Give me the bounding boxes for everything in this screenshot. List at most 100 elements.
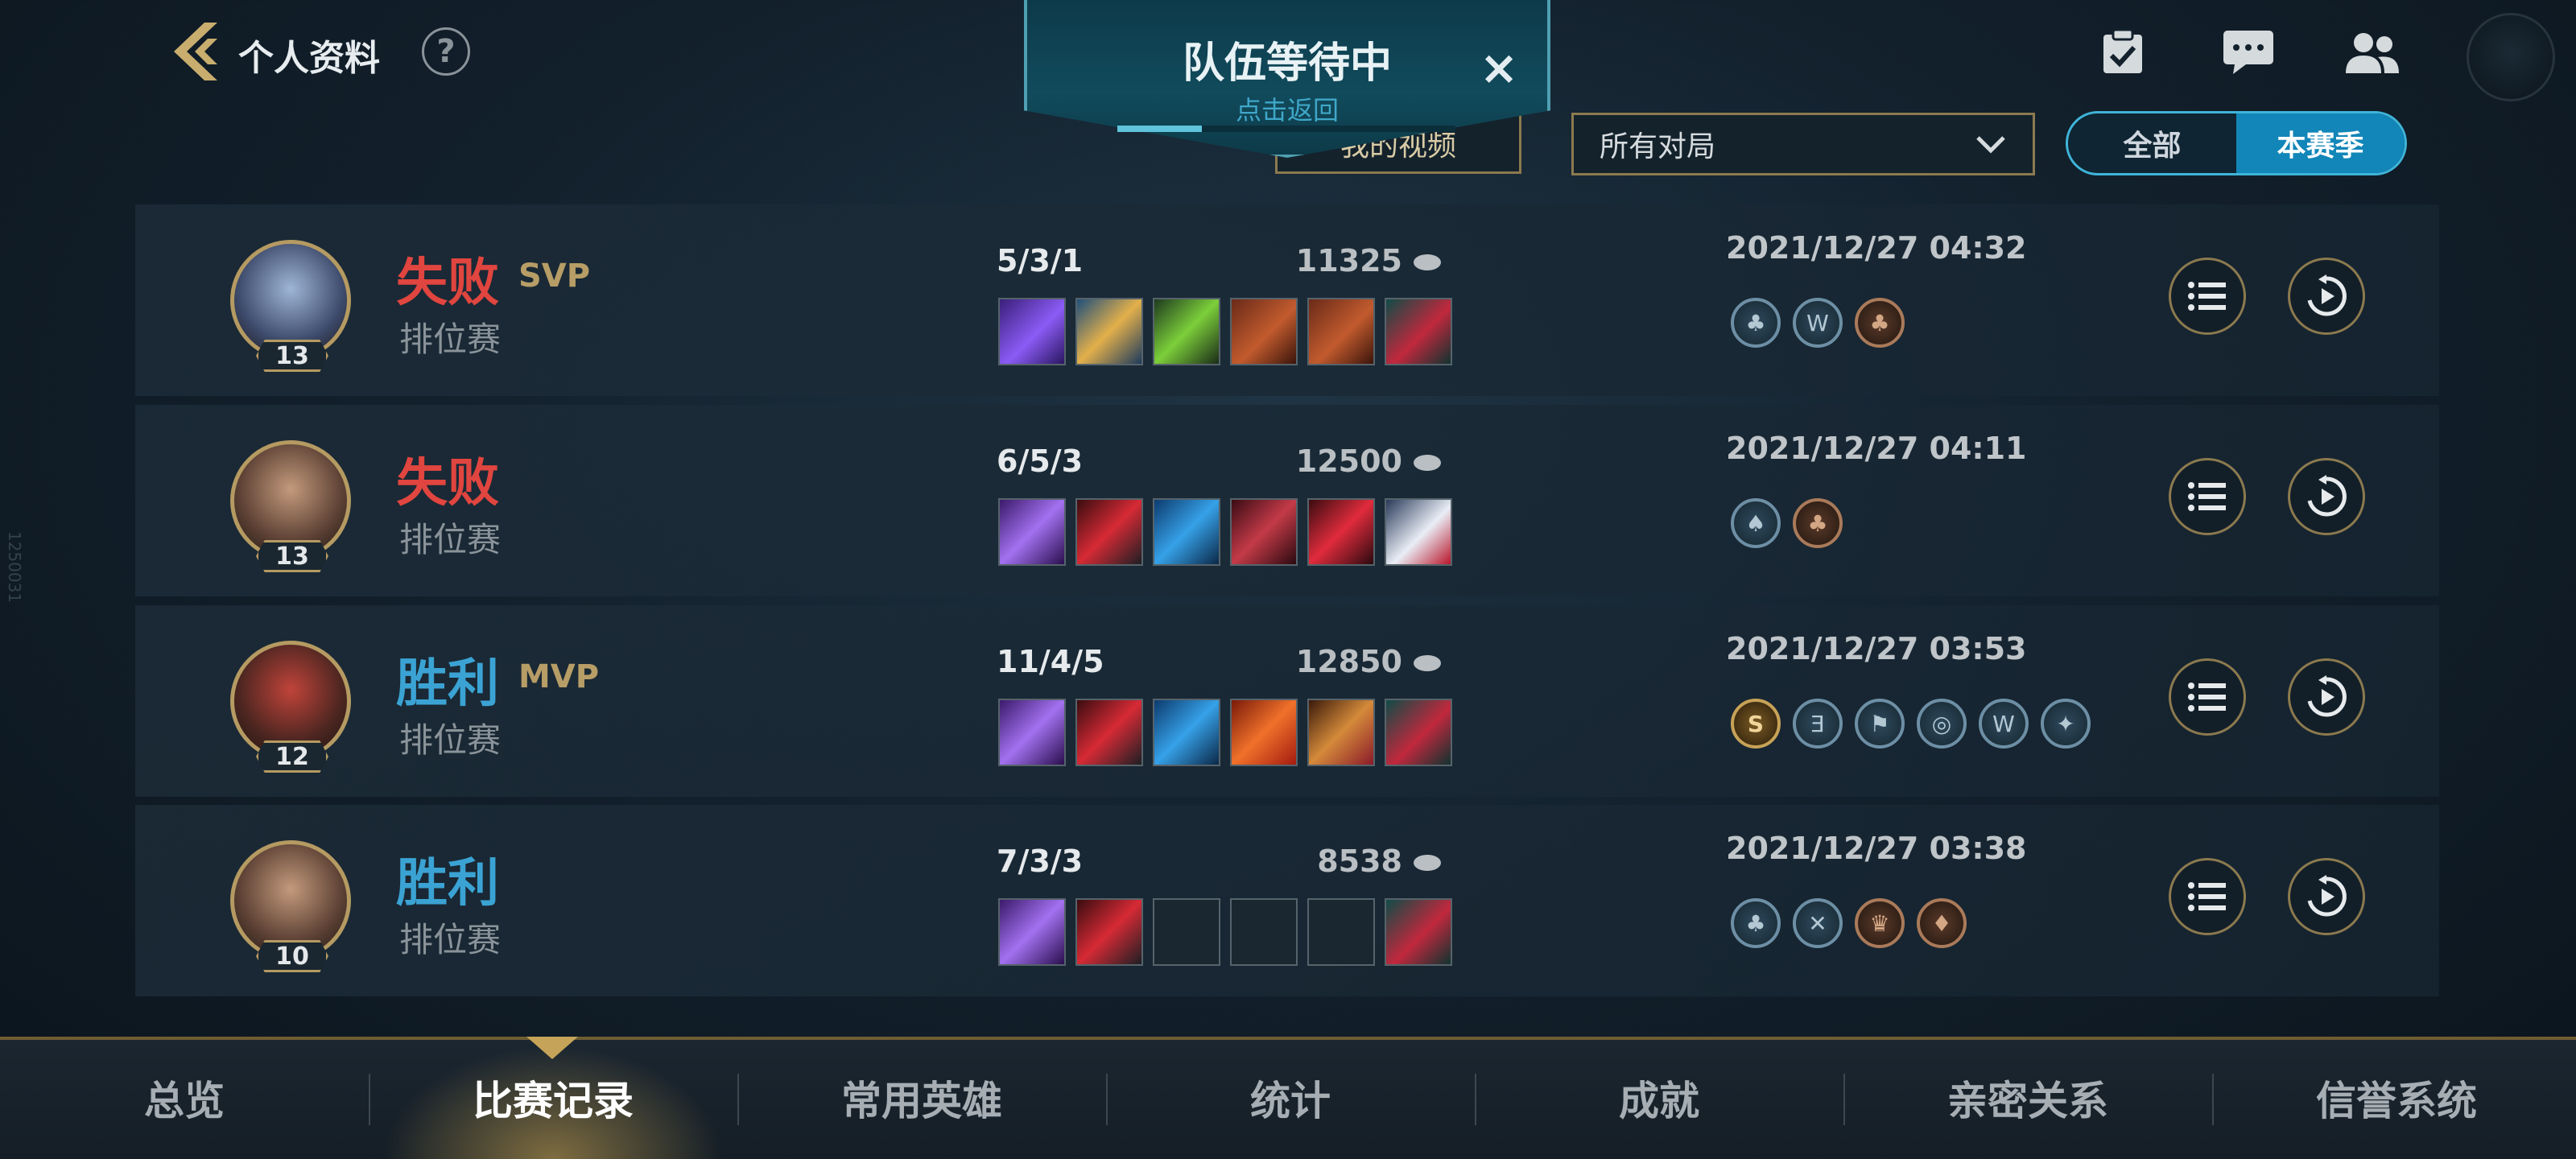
empty-item-slot: [1230, 898, 1298, 966]
tab-separator: [1475, 1074, 1476, 1125]
item-purple-sword-icon: [998, 898, 1066, 966]
match-mode: 排位赛: [399, 320, 502, 359]
list-icon: [2188, 482, 2226, 511]
achievement-medal-icon: W: [1979, 699, 2029, 749]
item-golden-scepter-icon: [1075, 298, 1143, 365]
kda-text: 11/4/5: [997, 644, 1104, 679]
list-icon: [2188, 882, 2226, 911]
item-red-armor-icon: [1075, 498, 1143, 566]
item-blue-dagger-icon: [1153, 699, 1220, 766]
tab-separator: [1106, 1074, 1108, 1125]
replay-icon: [2307, 875, 2347, 917]
item-purple-sword-icon: [998, 699, 1066, 766]
tab-0[interactable]: 总览: [0, 1037, 369, 1159]
queue-title: 队伍等待中: [1182, 39, 1392, 88]
gold-coin-icon: [1414, 855, 1441, 871]
tab-3[interactable]: 统计: [1106, 1037, 1475, 1159]
hero-level-badge: 13: [256, 540, 328, 572]
replay-icon: [2307, 675, 2347, 717]
match-mode: 排位赛: [399, 520, 502, 559]
gold-coin-icon: [1414, 455, 1441, 471]
achievement-medal-icon: ✕: [1793, 898, 1843, 948]
match-mode: 排位赛: [399, 720, 502, 760]
item-blue-dagger-icon: [1153, 498, 1220, 566]
match-details-button[interactable]: [2169, 858, 2246, 935]
match-result: 失败: [396, 254, 499, 313]
match-datetime: 2021/12/27 04:11: [1726, 431, 2027, 466]
tab-separator: [2212, 1074, 2214, 1125]
gold-amount: 12850: [1295, 644, 1402, 679]
achievement-medal-icon: ◎: [1917, 699, 1967, 749]
hero-level-badge: 13: [256, 340, 328, 372]
player-avatar[interactable]: [2467, 13, 2555, 101]
achievement-medal-icon: ✦: [2041, 699, 2091, 749]
gold-amount: 12500: [1295, 443, 1402, 479]
match-type-value: 所有对局: [1600, 130, 1716, 163]
item-green-claw-icon: [1153, 298, 1220, 365]
tab-separator: [369, 1074, 370, 1125]
tasks-checklist-icon[interactable]: [2095, 24, 2151, 80]
page-title: 个人资料: [238, 38, 380, 79]
queue-close-icon[interactable]: ×: [1475, 43, 1523, 92]
gold-amount: 8538: [1317, 843, 1402, 879]
achievement-medal-icon: ♠: [1731, 498, 1781, 548]
achievement-medal-icon: ♛: [1855, 898, 1905, 948]
achievement-medal-icon: ⚑: [1855, 699, 1905, 749]
match-type-dropdown[interactable]: 所有对局: [1571, 113, 2035, 175]
queue-progress-fill: [1117, 126, 1202, 132]
item-red-blade-icon: [1230, 498, 1298, 566]
item-gold-scythe-icon: [1307, 699, 1375, 766]
chevron-down-icon: [1976, 136, 2005, 154]
gold-coin-icon: [1414, 655, 1441, 671]
match-replay-button[interactable]: [2288, 258, 2365, 335]
item-red-armor-icon: [1075, 898, 1143, 966]
empty-item-slot: [1307, 898, 1375, 966]
gold-coin-icon: [1414, 254, 1441, 270]
item-white-mask-icon: [1385, 498, 1452, 566]
match-replay-button[interactable]: [2288, 458, 2365, 535]
match-datetime: 2021/12/27 03:53: [1726, 631, 2027, 666]
achievement-medal-icon: Ǝ: [1793, 699, 1843, 749]
match-details-button[interactable]: [2169, 458, 2246, 535]
season-toggle[interactable]: 全部 本赛季: [2066, 111, 2407, 175]
achievement-medal-icon: ♦: [1917, 898, 1967, 948]
hero-level-badge: 10: [256, 940, 328, 972]
achievement-medal-icon: ♣: [1793, 498, 1843, 548]
tab-2[interactable]: 常用英雄: [737, 1037, 1106, 1159]
empty-item-slot: [1153, 898, 1220, 966]
toggle-all[interactable]: 全部: [2068, 113, 2236, 173]
friends-icon[interactable]: [2344, 24, 2401, 80]
toggle-current-season[interactable]: 本赛季: [2236, 113, 2405, 173]
tab-separator: [1843, 1074, 1845, 1125]
tab-6[interactable]: 信誉系统: [2212, 1037, 2576, 1159]
performance-badge: MVP: [518, 658, 600, 695]
back-button[interactable]: [158, 19, 230, 84]
queue-progress-bar: [1117, 126, 1455, 132]
match-details-button[interactable]: [2169, 258, 2246, 335]
match-details-button[interactable]: [2169, 658, 2246, 736]
replay-icon: [2307, 274, 2347, 316]
item-purple-sword-icon: [998, 498, 1066, 566]
gold-amount: 11325: [1295, 243, 1402, 278]
tab-5[interactable]: 亲密关系: [1843, 1037, 2212, 1159]
item-fire-orb-icon: [1230, 699, 1298, 766]
help-icon[interactable]: ?: [422, 27, 470, 76]
match-mode: 排位赛: [399, 920, 502, 959]
chat-message-icon[interactable]: [2220, 24, 2277, 80]
achievement-medal-icon: S: [1731, 699, 1781, 749]
achievement-medal-icon: ♣: [1731, 298, 1781, 348]
item-red-tome-icon: [1307, 298, 1375, 365]
item-purple-staff-icon: [998, 298, 1066, 365]
tab-4[interactable]: 成就: [1475, 1037, 1843, 1159]
item-red-armor-icon: [1075, 699, 1143, 766]
item-red-tome-icon: [1230, 298, 1298, 365]
match-replay-button[interactable]: [2288, 658, 2365, 736]
item-red-boots-icon: [1385, 298, 1452, 365]
match-result: 失败: [396, 454, 499, 514]
performance-badge: SVP: [518, 258, 591, 295]
kda-text: 5/3/1: [997, 243, 1084, 278]
match-replay-button[interactable]: [2288, 858, 2365, 935]
list-icon: [2188, 282, 2226, 311]
tab-separator: [737, 1074, 739, 1125]
queue-return-link[interactable]: 点击返回: [1024, 90, 1550, 127]
